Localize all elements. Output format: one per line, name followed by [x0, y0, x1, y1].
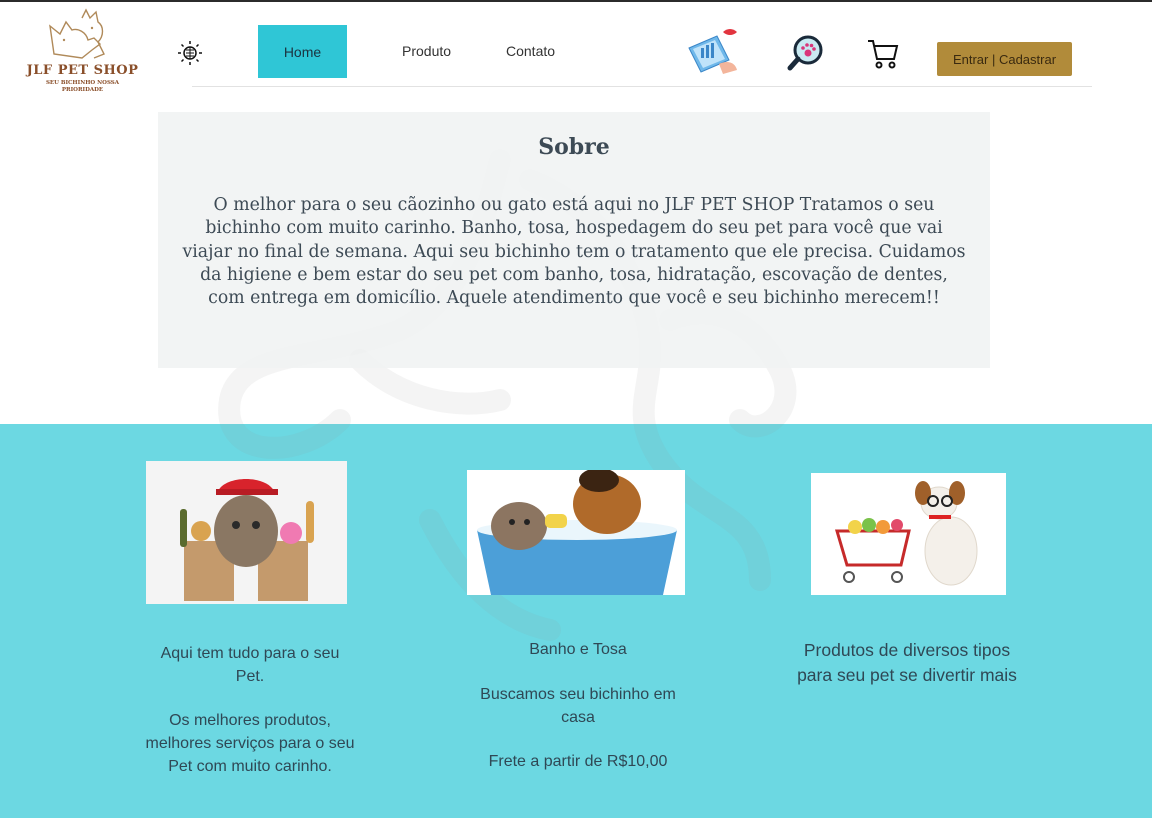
card-1-body: Os melhores produtos, melhores serviços … [145, 712, 355, 775]
login-register-button[interactable]: Entrar | Cadastrar [937, 42, 1072, 76]
header-divider [192, 86, 1092, 87]
dog-cart-image [811, 473, 1006, 595]
logo-title: JLF PET SHOP [26, 63, 139, 78]
nav-contato[interactable]: Contato [506, 43, 555, 59]
paw-search-icon[interactable] [787, 34, 825, 72]
pet-bath-image [467, 470, 685, 595]
dog-cat-logo-icon [49, 8, 105, 59]
about-section: Sobre O melhor para o seu cãozinho ou ga… [158, 112, 990, 368]
phone-promo-icon[interactable] [683, 26, 741, 76]
cart-icon[interactable] [866, 37, 900, 71]
logo[interactable]: JLF PET SHOP SEU BICHINHO NOSSA PRIORIDA… [20, 8, 145, 98]
sun-icon[interactable] [176, 39, 204, 67]
card-3-heading: Produtos de diversos tipos para seu pet … [797, 640, 1017, 685]
nav-produto[interactable]: Produto [402, 43, 451, 59]
card-2-body: Buscamos seu bichinho em casa [480, 686, 676, 726]
card-2-extra: Frete a partir de R$10,00 [488, 753, 668, 770]
about-text: O melhor para o seu cãozinho ou gato est… [182, 195, 966, 309]
cat-delivery-image [146, 461, 347, 604]
top-border [0, 0, 1152, 2]
logo-tagline: SEU BICHINHO NOSSA PRIORIDADE [45, 80, 120, 93]
card-1-heading: Aqui tem tudo para o seu Pet. [160, 645, 340, 685]
card-2-heading: Banho e Tosa [529, 641, 627, 658]
nav-home[interactable]: Home [258, 25, 347, 78]
about-title: Sobre [538, 134, 610, 160]
